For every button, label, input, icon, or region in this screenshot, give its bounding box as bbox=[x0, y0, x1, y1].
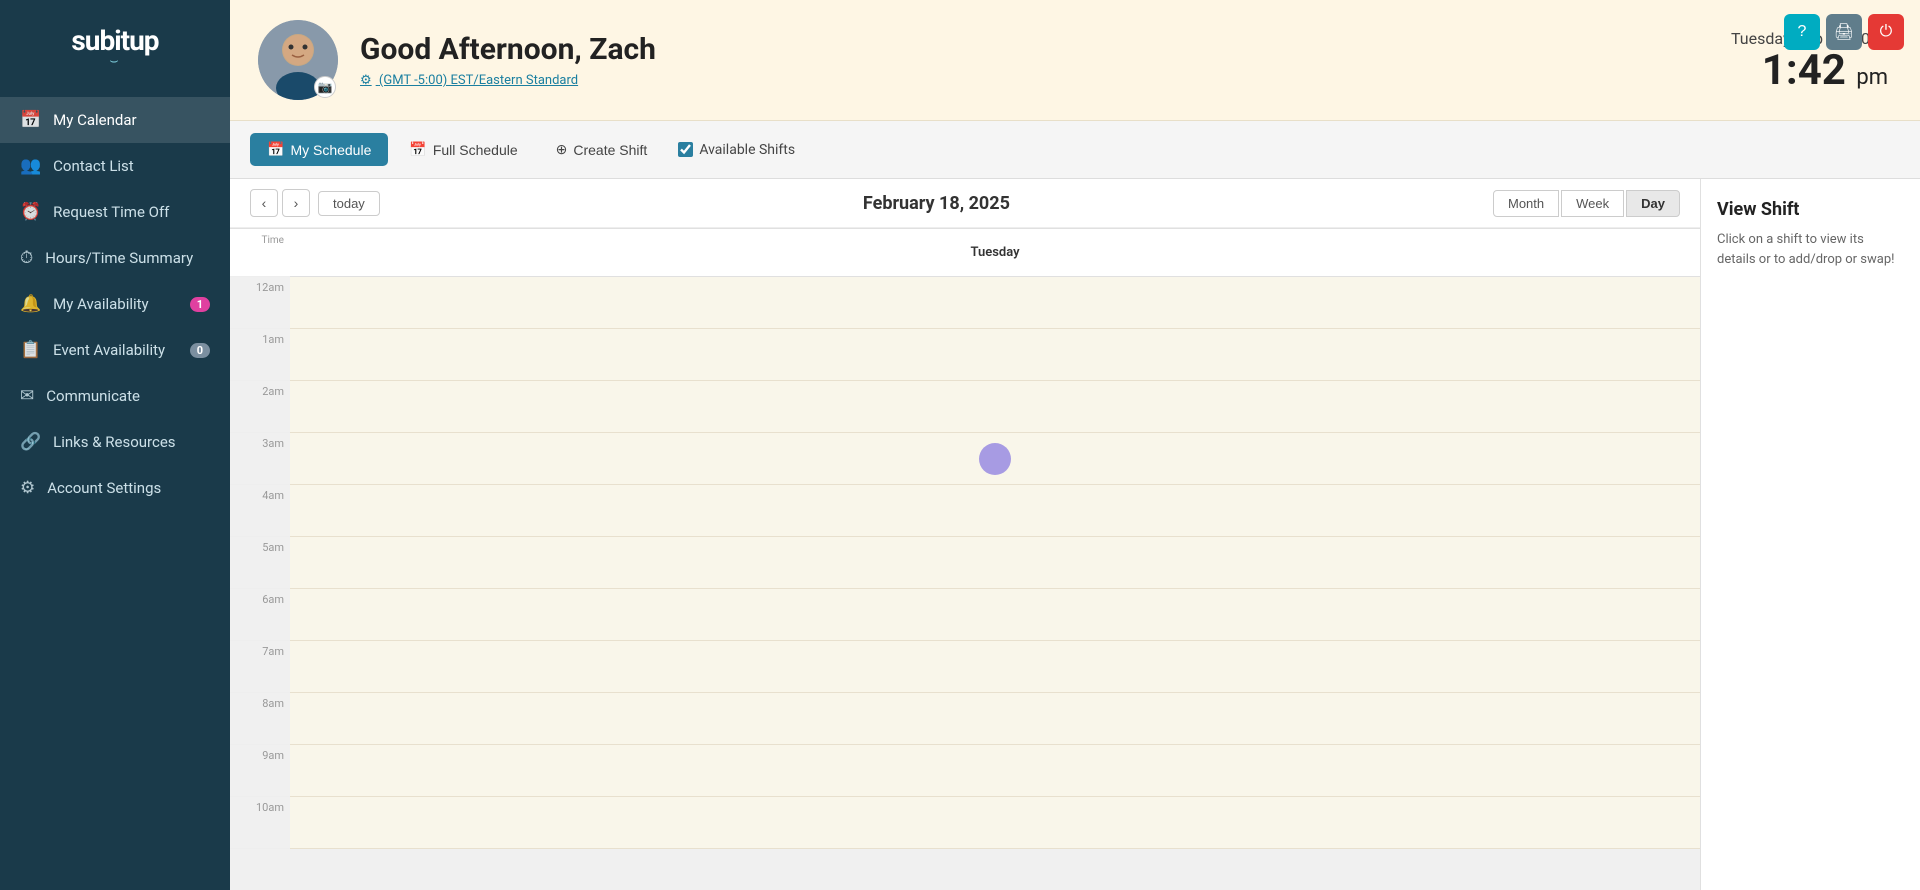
today-button[interactable]: today bbox=[318, 191, 380, 216]
main-content: ?🖨⏻ 📷 Good Afternoon, Zach ⚙ bbox=[230, 0, 1920, 890]
time-column-label: Time bbox=[262, 235, 284, 246]
my-availability-nav-icon: 🔔 bbox=[20, 294, 41, 314]
badge-my-availability: 1 bbox=[190, 297, 210, 312]
sidebar-nav: 📅 My Calendar 👥 Contact List ⏰ Request T… bbox=[0, 97, 230, 511]
day-slot-5am[interactable] bbox=[290, 537, 1700, 589]
time-slot-6am: 6am bbox=[230, 589, 290, 641]
day-view-button[interactable]: Day bbox=[1626, 190, 1680, 217]
available-shifts-label: Available Shifts bbox=[699, 142, 795, 158]
day-slot-10am[interactable] bbox=[290, 797, 1700, 849]
sidebar-item-label-my-calendar: My Calendar bbox=[53, 111, 136, 129]
sidebar-item-request-time-off[interactable]: ⏰ Request Time Off bbox=[0, 189, 230, 235]
tab-my-schedule[interactable]: 📅 My Schedule bbox=[250, 133, 388, 166]
time-slot-7am: 7am bbox=[230, 641, 290, 693]
sidebar-item-label-communicate: Communicate bbox=[46, 387, 140, 405]
links-resources-nav-icon: 🔗 bbox=[20, 432, 41, 452]
time-slot-2am: 2am bbox=[230, 381, 290, 433]
sidebar-item-event-availability[interactable]: 📋 Event Availability 0 bbox=[0, 327, 230, 373]
greeting-name: Good Afternoon, Zach bbox=[360, 32, 1731, 67]
day-slot-7am[interactable] bbox=[290, 641, 1700, 693]
request-time-off-nav-icon: ⏰ bbox=[20, 202, 41, 222]
day-slot-4am[interactable] bbox=[290, 485, 1700, 537]
view-shift-description: Click on a shift to view its details or … bbox=[1717, 230, 1904, 269]
calendar-main: ‹ › today February 18, 2025 Month Week D… bbox=[230, 179, 1700, 890]
sidebar-item-contact-list[interactable]: 👥 Contact List bbox=[0, 143, 230, 189]
tab-create-shift[interactable]: ⊕ Create Shift bbox=[539, 133, 665, 166]
available-shifts-checkbox[interactable] bbox=[678, 142, 693, 157]
sidebar-item-account-settings[interactable]: ⚙ Account Settings bbox=[0, 465, 230, 511]
my-calendar-nav-icon: 📅 bbox=[20, 110, 41, 130]
sidebar-item-label-event-availability: Event Availability bbox=[53, 341, 165, 359]
calendar-grid: Time Tuesday 12am1am2am3am4am5am6am7am8a… bbox=[230, 228, 1700, 849]
logo-smile: ⌣ bbox=[20, 53, 210, 69]
day-column-header: Tuesday bbox=[290, 229, 1700, 277]
day-slot-2am[interactable] bbox=[290, 381, 1700, 433]
schedule-tabs: 📅 My Schedule 📅 Full Schedule ⊕ Create S… bbox=[230, 121, 1920, 179]
day-slot-3am[interactable] bbox=[290, 433, 1700, 485]
sidebar-logo: subitup ⌣ bbox=[0, 0, 230, 89]
sidebar-item-communicate[interactable]: ✉ Communicate bbox=[0, 373, 230, 419]
next-button[interactable]: › bbox=[282, 189, 310, 217]
calendar-title: February 18, 2025 bbox=[380, 193, 1493, 214]
sidebar-item-label-contact-list: Contact List bbox=[53, 157, 134, 175]
right-panel: View Shift Click on a shift to view its … bbox=[1700, 179, 1920, 890]
greeting-block: Good Afternoon, Zach ⚙ (GMT -5:00) EST/E… bbox=[360, 32, 1731, 88]
month-view-button[interactable]: Month bbox=[1493, 190, 1559, 217]
sidebar: subitup ⌣ 📅 My Calendar 👥 Contact List ⏰… bbox=[0, 0, 230, 890]
calendar-icon: 📅 bbox=[267, 141, 284, 158]
plus-icon: ⊕ bbox=[556, 141, 568, 158]
day-slot-6am[interactable] bbox=[290, 589, 1700, 641]
badge-event-availability: 0 bbox=[190, 343, 210, 358]
sidebar-item-label-request-time-off: Request Time Off bbox=[53, 203, 169, 221]
timezone-text: (GMT -5:00) EST/Eastern Standard bbox=[379, 73, 578, 88]
day-slot-9am[interactable] bbox=[290, 745, 1700, 797]
time-header-label: Time bbox=[230, 229, 290, 277]
week-view-button[interactable]: Week bbox=[1561, 190, 1624, 217]
sidebar-item-my-calendar[interactable]: 📅 My Calendar bbox=[0, 97, 230, 143]
day-label: Tuesday bbox=[970, 245, 1019, 260]
sidebar-item-links-resources[interactable]: 🔗 Links & Resources bbox=[0, 419, 230, 465]
sidebar-item-my-availability[interactable]: 🔔 My Availability 1 bbox=[0, 281, 230, 327]
gear-icon: ⚙ bbox=[360, 73, 372, 88]
ampm-label: pm bbox=[1856, 65, 1888, 90]
sidebar-item-label-account-settings: Account Settings bbox=[47, 479, 161, 497]
day-slot-1am[interactable] bbox=[290, 329, 1700, 381]
tab-full-schedule[interactable]: 📅 Full Schedule bbox=[392, 133, 534, 166]
cursor-indicator bbox=[979, 443, 1011, 475]
calendar-controls: ‹ › today February 18, 2025 Month Week D… bbox=[230, 179, 1700, 228]
avatar-wrap: 📷 bbox=[258, 20, 338, 100]
hours-time-summary-nav-icon: ⏱ bbox=[20, 248, 33, 268]
time-slot-10am: 10am bbox=[230, 797, 290, 849]
sidebar-item-label-my-availability: My Availability bbox=[53, 295, 148, 313]
view-shift-title: View Shift bbox=[1717, 199, 1904, 220]
avatar-camera-icon[interactable]: 📷 bbox=[314, 76, 336, 98]
time-slot-9am: 9am bbox=[230, 745, 290, 797]
help-button[interactable]: ? bbox=[1784, 14, 1820, 50]
sidebar-item-label-links-resources: Links & Resources bbox=[53, 433, 175, 451]
account-settings-nav-icon: ⚙ bbox=[20, 478, 35, 498]
contact-list-nav-icon: 👥 bbox=[20, 156, 41, 176]
sidebar-item-label-hours-time-summary: Hours/Time Summary bbox=[45, 249, 193, 267]
print-button[interactable]: 🖨 bbox=[1826, 14, 1862, 50]
power-button[interactable]: ⏻ bbox=[1868, 14, 1904, 50]
time-slot-3am: 3am bbox=[230, 433, 290, 485]
calendar-body: ‹ › today February 18, 2025 Month Week D… bbox=[230, 179, 1920, 890]
sidebar-item-hours-time-summary[interactable]: ⏱ Hours/Time Summary bbox=[0, 235, 230, 281]
header-section: 📷 Good Afternoon, Zach ⚙ (GMT -5:00) EST… bbox=[230, 0, 1920, 121]
time-slot-1am: 1am bbox=[230, 329, 290, 381]
day-slot-12am[interactable] bbox=[290, 277, 1700, 329]
communicate-nav-icon: ✉ bbox=[20, 386, 34, 406]
time-slot-4am: 4am bbox=[230, 485, 290, 537]
time-slot-5am: 5am bbox=[230, 537, 290, 589]
time-slot-8am: 8am bbox=[230, 693, 290, 745]
day-slot-8am[interactable] bbox=[290, 693, 1700, 745]
time-slot-12am: 12am bbox=[230, 277, 290, 329]
timezone-link[interactable]: ⚙ (GMT -5:00) EST/Eastern Standard bbox=[360, 73, 1731, 88]
prev-button[interactable]: ‹ bbox=[250, 189, 278, 217]
view-toggle: Month Week Day bbox=[1493, 190, 1680, 217]
event-availability-nav-icon: 📋 bbox=[20, 340, 41, 360]
topbar: ?🖨⏻ bbox=[1768, 0, 1920, 64]
available-shifts-checkbox-label[interactable]: Available Shifts bbox=[668, 135, 805, 165]
calendar-icon-2: 📅 bbox=[409, 141, 426, 158]
